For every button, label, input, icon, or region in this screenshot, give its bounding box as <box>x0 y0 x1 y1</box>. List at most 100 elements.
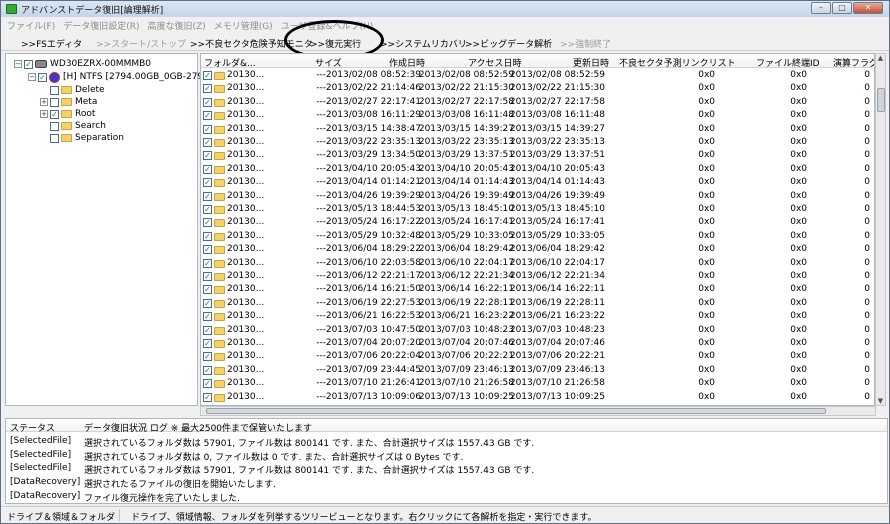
table-row[interactable]: ✓ 20130... --- 2013/06/10 22:03:58 2013/06/1… <box>201 257 874 270</box>
tree-node-delete[interactable]: Delete <box>50 84 105 96</box>
row-checkbox[interactable]: ✓ <box>203 164 212 174</box>
table-row[interactable]: ✓ 20130... --- 2013/02/08 08:52:39 2013/02/0… <box>201 69 874 82</box>
row-checkbox[interactable]: ✓ <box>203 245 212 255</box>
checkbox-icon[interactable] <box>50 85 59 95</box>
row-checkbox[interactable]: ✓ <box>203 231 212 241</box>
collapse-icon[interactable]: − <box>14 60 22 68</box>
row-checkbox[interactable]: ✓ <box>203 298 212 308</box>
table-row[interactable]: ✓ 20130... --- 2013/02/22 21:14:46 2013/02/2… <box>201 82 874 95</box>
table-row[interactable]: ✓ 20130... --- 2013/07/10 21:26:41 2013/07/1… <box>201 377 874 390</box>
log-column-status[interactable]: ステータス <box>10 421 55 434</box>
menu-file[interactable]: ファイル(F) <box>7 19 55 32</box>
fs-editor-button[interactable]: >>FSエディタ <box>21 37 82 50</box>
column-flag[interactable]: 演算フラグ <box>833 56 874 69</box>
table-row[interactable]: ✓ 20130... --- 2013/05/29 10:32:48 2013/05/2… <box>201 230 874 243</box>
checkbox-icon[interactable] <box>50 121 59 131</box>
minimize-button[interactable]: – <box>811 2 831 14</box>
row-checkbox[interactable]: ✓ <box>203 71 212 80</box>
table-row[interactable]: ✓ 20130... --- 2013/07/13 10:09:06 2013/07/1… <box>201 391 874 404</box>
table-row[interactable]: ✓ 20130... --- 2013/03/08 16:11:29 2013/03/0… <box>201 109 874 122</box>
column-created[interactable]: 作成日時 <box>389 56 425 69</box>
folder-tree[interactable]: − ✓ WD30EZRX-00MMMB0 − ✓ [H] NTFS [2794.… <box>5 53 226 406</box>
abort-button[interactable]: >>強制終了 <box>560 37 611 50</box>
checkbox-icon[interactable] <box>50 133 59 143</box>
row-checkbox[interactable]: ✓ <box>203 392 212 402</box>
row-checkbox[interactable]: ✓ <box>203 272 212 281</box>
column-size[interactable]: サイズ <box>315 56 342 69</box>
row-checkbox[interactable]: ✓ <box>203 205 212 214</box>
log-row[interactable]: [SelectedFile] 選択されているフォルダ数は 57901, ファイル数… <box>6 434 887 449</box>
menu-advanced-recovery[interactable]: 高度な復旧(Z) <box>147 19 205 32</box>
menu-memory[interactable]: メモリ管理(G) <box>214 19 273 32</box>
file-list[interactable]: フォルダ&... サイズ 作成日時 アクセス日時 更新日時 不良セクタ予測リンク… <box>200 53 875 406</box>
row-checkbox[interactable]: ✓ <box>203 178 212 188</box>
scroll-up-icon[interactable]: ▲ <box>876 54 885 62</box>
row-checkbox[interactable]: ✓ <box>203 312 212 322</box>
row-checkbox[interactable]: ✓ <box>203 379 212 389</box>
log-row[interactable]: [DataRecovery] 選択されたるファイルの復旧を開始いたします. <box>6 475 887 490</box>
scroll-thumb[interactable] <box>206 408 826 414</box>
table-row[interactable]: ✓ 20130... --- 2013/04/14 01:14:21 2013/04/1… <box>201 176 874 189</box>
table-row[interactable]: ✓ 20130... --- 2013/03/15 14:38:47 2013/03/1… <box>201 123 874 136</box>
close-button[interactable]: ✕ <box>853 2 883 14</box>
log-row[interactable]: [SelectedFile] 選択されているフォルダ数は 0, ファイル数は 0 … <box>6 448 887 463</box>
horizontal-scrollbar[interactable] <box>200 406 876 416</box>
scroll-down-icon[interactable]: ▼ <box>876 397 885 405</box>
tree-node-drive[interactable]: − ✓ WD30EZRX-00MMMB0 <box>14 58 151 70</box>
log-column-message[interactable]: データ復旧状況 ログ ※ 最大2500件まで保管いたします <box>84 421 312 434</box>
tree-node-separation[interactable]: Separation <box>50 132 124 144</box>
column-folder[interactable]: フォルダ&... <box>204 56 256 69</box>
row-checkbox[interactable]: ✓ <box>203 97 212 107</box>
row-checkbox[interactable]: ✓ <box>203 365 212 375</box>
table-row[interactable]: ✓ 20130... --- 2013/06/19 22:27:53 2013/06/1… <box>201 297 874 310</box>
table-row[interactable]: ✓ 20130... --- 2013/02/27 22:17:41 2013/02/2… <box>201 96 874 109</box>
table-row[interactable]: ✓ 20130... --- 2013/04/26 19:39:29 2013/04/2… <box>201 190 874 203</box>
table-row[interactable]: ✓ 20130... --- 2013/04/10 20:05:43 2013/04/1… <box>201 163 874 176</box>
tree-node-root[interactable]: + ✓ Root <box>40 108 95 120</box>
table-row[interactable]: ✓ 20130... --- 2013/07/04 20:07:20 2013/07/0… <box>201 337 874 350</box>
expand-icon[interactable]: + <box>40 98 48 106</box>
table-row[interactable]: ✓ 20130... --- 2013/06/14 16:21:50 2013/06/1… <box>201 283 874 296</box>
tree-node-search[interactable]: Search <box>50 120 106 132</box>
table-row[interactable]: ✓ 20130... --- 2013/05/24 16:17:22 2013/05/2… <box>201 216 874 229</box>
row-checkbox[interactable]: ✓ <box>203 191 212 201</box>
table-row[interactable]: ✓ 20130... --- 2013/06/21 16:22:53 2013/06/2… <box>201 310 874 323</box>
row-checkbox[interactable]: ✓ <box>203 258 212 268</box>
expand-icon[interactable]: + <box>40 110 48 118</box>
table-row[interactable]: ✓ 20130... --- 2013/07/09 23:44:45 2013/07/0… <box>201 364 874 377</box>
table-row[interactable]: ✓ 20130... --- 2013/07/06 20:22:04 2013/07/0… <box>201 350 874 363</box>
row-checkbox[interactable]: ✓ <box>203 151 212 161</box>
row-checkbox[interactable]: ✓ <box>203 339 212 348</box>
log-row[interactable]: [SelectedFile] 選択されているフォルダ数は 57901, ファイル数… <box>6 461 887 476</box>
row-checkbox[interactable]: ✓ <box>203 111 212 121</box>
column-bad-sector[interactable]: 不良セクタ予測リンクリスト <box>619 56 736 69</box>
table-row[interactable]: ✓ 20130... --- 2013/06/04 18:29:22 2013/06/0… <box>201 243 874 256</box>
row-checkbox[interactable]: ✓ <box>203 138 212 147</box>
big-data-button[interactable]: >>ビッグデータ解析 <box>465 37 552 50</box>
scroll-thumb[interactable] <box>877 88 885 112</box>
row-checkbox[interactable]: ✓ <box>203 285 212 295</box>
collapse-icon[interactable]: − <box>28 73 36 81</box>
table-row[interactable]: ✓ 20130... --- 2013/05/13 18:44:53 2013/05/1… <box>201 203 874 216</box>
table-row[interactable]: ✓ 20130... --- 2013/03/29 13:34:50 2013/03/2… <box>201 149 874 162</box>
row-checkbox[interactable]: ✓ <box>203 84 212 94</box>
column-accessed[interactable]: アクセス日時 <box>468 56 522 69</box>
row-checkbox[interactable]: ✓ <box>203 325 212 335</box>
table-row[interactable]: ✓ 20130... --- 2013/06/12 22:21:17 2013/06/1… <box>201 270 874 283</box>
column-end-id[interactable]: ファイル終端ID <box>756 56 820 69</box>
maximize-button[interactable]: □ <box>832 2 852 14</box>
start-stop-button[interactable]: >>スタート/ストップ <box>96 37 186 50</box>
table-row[interactable]: ✓ 20130... --- 2013/03/22 23:35:13 2013/03/2… <box>201 136 874 149</box>
log-panel[interactable]: ステータス データ復旧状況 ログ ※ 最大2500件まで保管いたします [Sel… <box>5 418 888 504</box>
row-checkbox[interactable]: ✓ <box>203 218 212 228</box>
tree-node-partition[interactable]: − ✓ [H] NTFS [2794.00GB_0GB-2794GB] <box>28 71 226 83</box>
checkbox-icon[interactable] <box>50 97 59 107</box>
menu-recovery-settings[interactable]: データ復旧設定(R) <box>63 19 139 32</box>
system-recovery-button[interactable]: >>システムリカバリ <box>380 37 467 50</box>
table-row[interactable]: ✓ 20130... --- 2013/07/03 10:47:50 2013/07/0… <box>201 324 874 337</box>
tree-node-meta[interactable]: + Meta <box>40 96 97 108</box>
row-checkbox[interactable]: ✓ <box>203 124 212 134</box>
checkbox-icon[interactable]: ✓ <box>24 59 33 69</box>
row-checkbox[interactable]: ✓ <box>203 352 212 362</box>
checkbox-icon[interactable]: ✓ <box>50 109 59 119</box>
